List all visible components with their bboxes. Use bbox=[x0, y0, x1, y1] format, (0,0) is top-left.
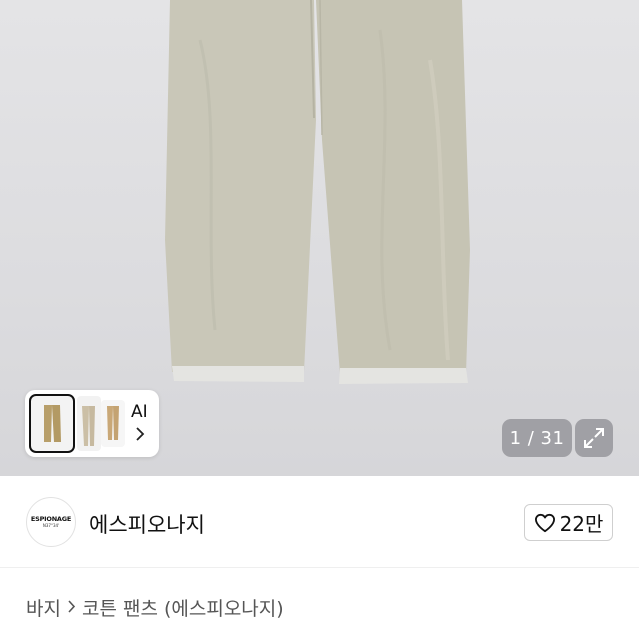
chevron-right-icon bbox=[67, 598, 76, 618]
thumbnail-2[interactable] bbox=[77, 396, 101, 451]
seller-logo[interactable]: ESPIONAGE N37°34' bbox=[26, 497, 76, 547]
seller-name[interactable]: 에스피오나지 bbox=[89, 509, 205, 539]
like-count: 22만 bbox=[559, 512, 604, 536]
breadcrumb-category[interactable]: 바지 bbox=[26, 594, 61, 621]
logo-subtext: N37°34' bbox=[42, 522, 60, 528]
divider bbox=[0, 567, 639, 568]
thumbnail-selected[interactable] bbox=[29, 394, 75, 453]
image-counter: 1 / 31 bbox=[502, 419, 572, 457]
heart-outline-icon bbox=[534, 513, 555, 532]
like-button[interactable]: 22만 bbox=[524, 504, 613, 541]
logo-text: ESPIONAGE bbox=[30, 515, 72, 524]
chevron-right-icon[interactable] bbox=[135, 427, 145, 445]
thumbnail-3[interactable] bbox=[101, 400, 125, 447]
expand-icon bbox=[584, 428, 604, 448]
expand-button[interactable] bbox=[575, 419, 613, 457]
breadcrumb-product[interactable]: 코튼 팬츠 (에스피오나지) bbox=[82, 594, 284, 621]
ai-label[interactable]: AI bbox=[131, 402, 148, 422]
pants-thumbnail bbox=[82, 406, 95, 446]
pants-thumbnail bbox=[107, 406, 119, 440]
pants-thumbnail bbox=[44, 405, 61, 442]
breadcrumb: 바지 코튼 팬츠 (에스피오나지) bbox=[26, 594, 284, 621]
thumbnail-strip[interactable]: AI bbox=[25, 390, 159, 457]
